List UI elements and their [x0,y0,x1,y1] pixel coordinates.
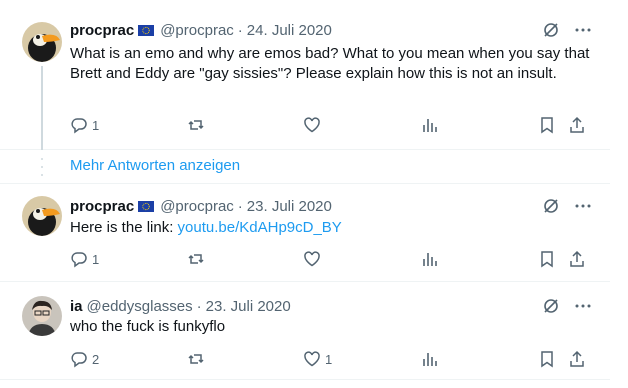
tweet-text-prefix: Here is the link: [70,219,178,236]
separator-dot: · [237,197,243,215]
action-bar: 1 [70,250,594,270]
separator-dot: · [237,21,243,39]
more-icon[interactable] [574,297,592,315]
grok-icon[interactable] [542,297,560,315]
action-bar: 1 [70,116,594,136]
tweet-text: Here is the link: youtu.be/KdAHp9cD_BY [70,218,590,238]
separator-dot: · [196,297,202,315]
tweet[interactable]: ia @eddysglasses · 23. Juli 2020 who the… [0,282,610,380]
bookmark-button[interactable] [538,250,556,268]
tweet[interactable]: procprac @procprac · 24. Juli 2020 What … [0,0,610,150]
retweet-button[interactable] [187,350,205,368]
toucan-avatar-icon [22,22,62,62]
tweet-top-icons [542,20,592,40]
reply-icon [71,352,87,368]
share-icon [570,116,584,133]
share-icon [570,350,584,367]
retweet-icon [188,120,204,130]
tweet-text: who the fuck is funkyflo [70,318,226,335]
reply-count: 1 [92,117,100,133]
eu-flag-icon [138,24,155,36]
handle[interactable]: @procprac [160,198,234,215]
handle[interactable]: @eddysglasses [87,298,193,315]
tweet-top-icons [542,296,592,316]
timestamp[interactable]: 23. Juli 2020 [247,198,332,215]
bookmark-icon [541,251,553,268]
retweet-button[interactable] [187,116,205,134]
views-button[interactable] [421,350,439,368]
share-button[interactable] [568,350,586,368]
avatar[interactable] [22,196,62,236]
show-more-replies-link[interactable]: Mehr Antworten anzeigen [70,156,240,176]
more-icon[interactable] [574,197,592,215]
views-button[interactable] [421,250,439,268]
like-icon [304,351,320,367]
reply-icon [71,118,87,134]
display-name[interactable]: procprac [70,22,134,39]
tweet-text: What is an emo and why are emos bad? Wha… [70,45,590,82]
reply-button[interactable]: 2 [70,350,99,368]
like-button[interactable] [303,250,321,268]
tweet-header: ia @eddysglasses · 23. Juli 2020 [70,296,291,316]
avatar[interactable] [22,296,62,336]
timestamp[interactable]: 24. Juli 2020 [247,22,332,39]
share-icon [570,250,584,267]
reply-button[interactable]: 1 [70,250,99,268]
retweet-icon [188,354,204,364]
bookmark-icon [541,117,553,134]
like-count: 1 [325,351,333,367]
like-icon [304,251,320,267]
tweet-header: procprac @procprac · 23. Juli 2020 [70,196,332,216]
thread-line [41,66,43,150]
tweet-link[interactable]: youtu.be/KdAHp9cD_BY [178,219,342,236]
show-more-replies-row[interactable]: Mehr Antworten anzeigen [0,150,610,184]
person-avatar-icon [22,296,62,336]
avatar[interactable] [22,22,62,62]
reply-count: 1 [92,251,100,267]
display-name[interactable]: ia [70,298,83,315]
timestamp[interactable]: 23. Juli 2020 [206,298,291,315]
like-button[interactable]: 1 [303,350,332,368]
grok-icon[interactable] [542,197,560,215]
like-icon [304,117,320,133]
bookmark-button[interactable] [538,116,556,134]
tweet-top-icons [542,196,592,216]
reply-button[interactable]: 1 [70,116,99,134]
action-bar: 2 1 [70,350,594,370]
views-icon [423,353,437,366]
handle[interactable]: @procprac [160,22,234,39]
views-button[interactable] [421,116,439,134]
thread-dots [41,158,43,176]
tweet[interactable]: procprac @procprac · 23. Juli 2020 Here … [0,184,610,282]
bookmark-icon [541,351,553,368]
retweet-icon [188,254,204,264]
like-button[interactable] [303,116,321,134]
tweet-header: procprac @procprac · 24. Juli 2020 [70,20,332,40]
views-icon [423,253,437,266]
share-button[interactable] [568,250,586,268]
retweet-button[interactable] [187,250,205,268]
reply-icon [71,252,87,268]
reply-count: 2 [92,351,100,367]
share-button[interactable] [568,116,586,134]
eu-flag-icon [138,200,155,212]
bookmark-button[interactable] [538,350,556,368]
views-icon [423,119,437,132]
display-name[interactable]: procprac [70,198,134,215]
more-icon[interactable] [574,21,592,39]
grok-icon[interactable] [542,21,560,39]
toucan-avatar-icon [22,196,62,236]
